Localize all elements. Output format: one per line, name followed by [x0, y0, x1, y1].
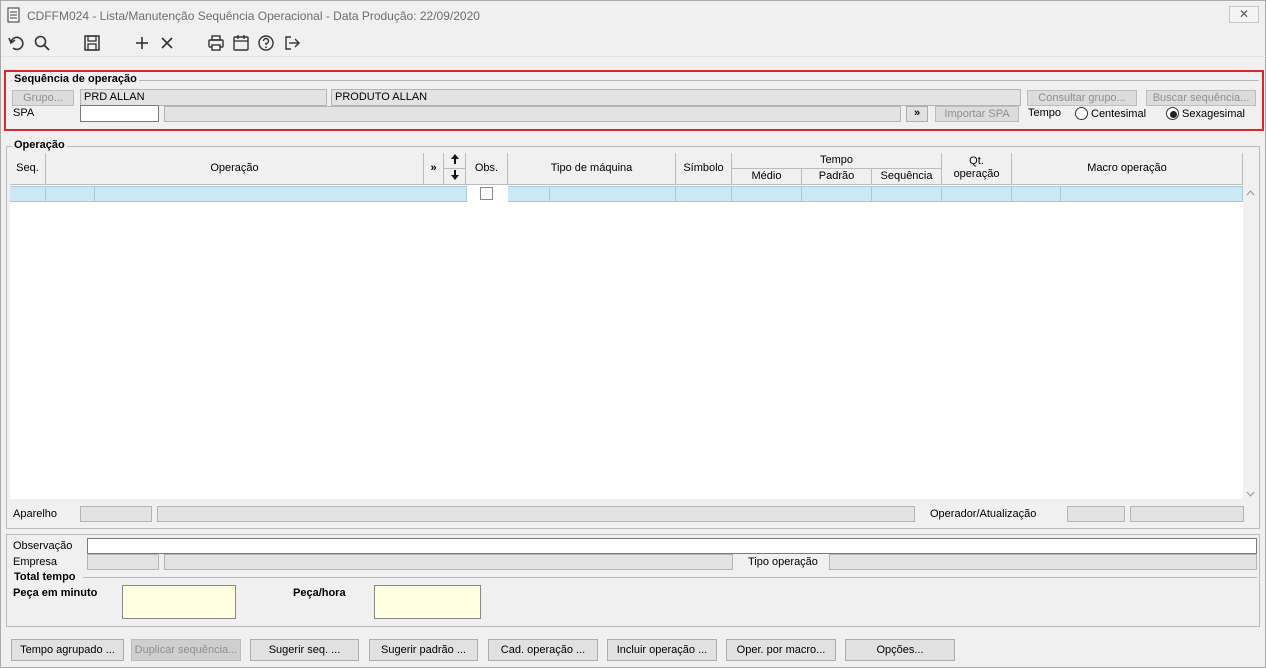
sexagesimal-radio[interactable]: [1166, 107, 1179, 120]
document-icon: [7, 7, 21, 23]
undo-icon[interactable]: [7, 34, 27, 54]
sexagesimal-label[interactable]: Sexagesimal: [1182, 108, 1245, 120]
arrow-up-icon: [450, 154, 459, 164]
centesimal-label[interactable]: Centesimal: [1091, 108, 1146, 120]
peca-minuto-label: Peça em minuto: [13, 587, 98, 599]
aparelho-description-field[interactable]: [157, 506, 915, 522]
row-cell-operacao-code[interactable]: [46, 187, 95, 201]
buscar-sequencia-button[interactable]: Buscar sequência...: [1146, 90, 1256, 106]
save-icon[interactable]: [83, 34, 103, 54]
spa-input[interactable]: [80, 105, 159, 122]
aparelho-label: Aparelho: [13, 508, 58, 520]
operacao-legend: Operação: [12, 139, 67, 151]
row-cell-tipo-maquina-code[interactable]: [508, 187, 550, 201]
peca-hora-field: [374, 585, 481, 619]
close-button[interactable]: ✕: [1229, 6, 1259, 23]
sugerir-seq-button[interactable]: Sugerir seq. ...: [250, 639, 359, 661]
importar-spa-button[interactable]: Importar SPA: [935, 106, 1019, 122]
header-medio[interactable]: Médio: [732, 169, 802, 185]
add-icon[interactable]: [133, 34, 153, 54]
duplicar-sequencia-button[interactable]: Duplicar sequência...: [131, 639, 241, 661]
calendar-icon[interactable]: [232, 34, 252, 54]
delete-icon[interactable]: [158, 34, 178, 54]
move-up-button[interactable]: [444, 153, 466, 169]
observacao-input[interactable]: [87, 538, 1257, 554]
tipo-operacao-field[interactable]: [829, 554, 1257, 570]
header-tipo-maquina[interactable]: Tipo de máquina: [508, 153, 676, 185]
row-cell-seq[interactable]: [10, 187, 46, 201]
total-tempo-legend: Total tempo: [12, 571, 78, 583]
scroll-down-icon[interactable]: [1245, 489, 1256, 499]
spa-more-button[interactable]: »: [906, 106, 928, 122]
grid-body[interactable]: [10, 185, 1243, 499]
row-cell-operacao-desc[interactable]: [95, 187, 467, 201]
row-cell-macro-code[interactable]: [1012, 187, 1061, 201]
search-icon[interactable]: [33, 34, 53, 54]
header-obs[interactable]: Obs.: [466, 153, 508, 185]
header-tempo: Tempo: [732, 153, 942, 169]
title-bar: CDFFM024 - Lista/Manutenção Sequência Op…: [1, 1, 1265, 31]
arrow-down-icon: [450, 170, 459, 180]
row-cell-simbolo[interactable]: [676, 187, 732, 201]
consultar-grupo-button[interactable]: Consultar grupo...: [1027, 90, 1137, 106]
tempo-label: Tempo: [1028, 107, 1062, 119]
peca-hora-label: Peça/hora: [293, 587, 346, 599]
toolbar-separator: [1, 56, 1266, 57]
grupo-description-field[interactable]: PRODUTO ALLAN: [331, 89, 1021, 106]
tipo-operacao-label: Tipo operação: [748, 556, 818, 568]
grupo-code-field[interactable]: PRD ALLAN: [80, 89, 327, 106]
empresa-description-field[interactable]: [164, 554, 733, 570]
aparelho-code-field[interactable]: [80, 506, 152, 522]
empresa-code-field[interactable]: [87, 554, 159, 570]
cad-operacao-button[interactable]: Cad. operação ...: [488, 639, 598, 661]
opcoes-button[interactable]: Opções...: [845, 639, 955, 661]
header-operacao[interactable]: Operação: [46, 153, 424, 185]
row-cell-macro-desc[interactable]: [1061, 187, 1243, 201]
row-cell-qt-operacao[interactable]: [942, 187, 1012, 201]
close-icon[interactable]: ✕: [1239, 7, 1249, 21]
sequencia-group-line: [11, 80, 1259, 81]
header-sequencia[interactable]: Sequência: [872, 169, 942, 185]
window-title: CDFFM024 - Lista/Manutenção Sequência Op…: [27, 9, 480, 23]
header-macro-operacao[interactable]: Macro operação: [1012, 153, 1243, 185]
row-obs-checkbox[interactable]: [480, 187, 493, 200]
incluir-operacao-button[interactable]: Incluir operação ...: [607, 639, 717, 661]
operador-field[interactable]: [1067, 506, 1125, 522]
peca-minuto-field: [122, 585, 236, 619]
move-down-button[interactable]: [444, 169, 466, 185]
observacao-label: Observação: [13, 540, 73, 552]
header-padrao[interactable]: Padrão: [802, 169, 872, 185]
grupo-button[interactable]: Grupo...: [12, 90, 74, 106]
oper-por-macro-button[interactable]: Oper. por macro...: [726, 639, 836, 661]
atualizacao-field[interactable]: [1130, 506, 1244, 522]
total-tempo-line: [83, 577, 1257, 578]
scroll-up-icon[interactable]: [1245, 188, 1256, 198]
header-more-button[interactable]: »: [424, 153, 444, 185]
row-cell-medio[interactable]: [732, 187, 802, 201]
grid-scrollbar[interactable]: [1243, 185, 1258, 499]
header-qt-operacao[interactable]: Qt. operação: [942, 153, 1012, 185]
spa-label: SPA: [13, 107, 35, 119]
print-icon[interactable]: [207, 34, 227, 54]
centesimal-radio[interactable]: [1075, 107, 1088, 120]
sugerir-padrao-button[interactable]: Sugerir padrão ...: [369, 639, 478, 661]
tempo-agrupado-button[interactable]: Tempo agrupado ...: [11, 639, 124, 661]
row-cell-padrao[interactable]: [802, 187, 872, 201]
header-simbolo[interactable]: Símbolo: [676, 153, 732, 185]
row-cell-sequencia[interactable]: [872, 187, 942, 201]
radio-selected-dot: [1170, 111, 1177, 118]
main-window: CDFFM024 - Lista/Manutenção Sequência Op…: [0, 0, 1266, 668]
help-icon[interactable]: [257, 34, 277, 54]
header-seq[interactable]: Seq.: [10, 153, 46, 185]
exit-icon[interactable]: [283, 34, 303, 54]
spa-description-field[interactable]: [164, 106, 901, 122]
row-cell-tipo-maquina[interactable]: [550, 187, 676, 201]
empresa-label: Empresa: [13, 556, 58, 568]
sequencia-legend: Sequência de operação: [12, 73, 139, 85]
operador-label: Operador/Atualização: [930, 508, 1037, 520]
